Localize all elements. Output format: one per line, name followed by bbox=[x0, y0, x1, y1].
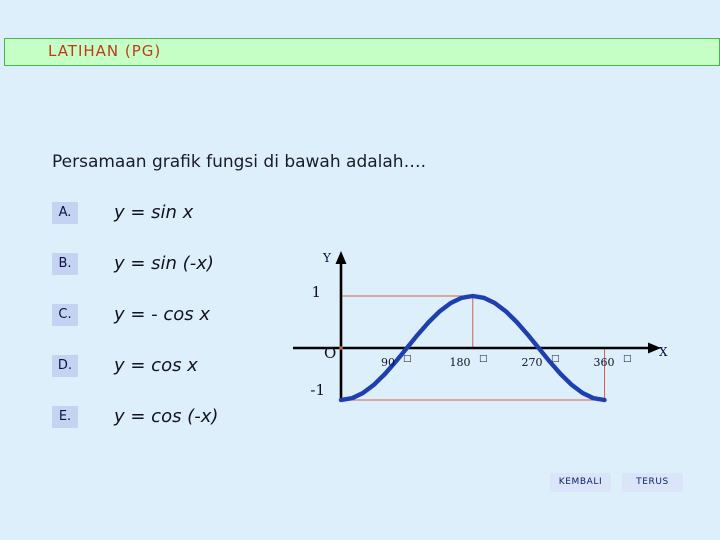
y-tick-label-minus1: -1 bbox=[310, 381, 325, 399]
y-axis-arrowhead bbox=[335, 251, 347, 264]
y-axis-label: Y bbox=[322, 251, 332, 265]
x-tick-270-text: 270 bbox=[522, 356, 543, 369]
y-tick-label-1: 1 bbox=[311, 283, 321, 301]
page-title: LATIHAN (PG) bbox=[48, 42, 162, 60]
x-tick-270-degree-icon: □ bbox=[551, 354, 560, 364]
option-formula-d: y = cos x bbox=[114, 355, 198, 376]
x-tick-90-degree-icon: □ bbox=[403, 354, 412, 364]
trig-graph-figure: Y X O 1 -1 90 □ 180 □ 270 □ 360 □ bbox=[288, 244, 688, 414]
option-formula-c: y = - cos x bbox=[114, 304, 211, 325]
option-letter-e: E. bbox=[52, 406, 78, 428]
trig-graph-svg: Y X O 1 -1 90 □ 180 □ 270 □ 360 □ bbox=[293, 251, 668, 403]
next-button[interactable]: TERUS bbox=[622, 473, 683, 492]
option-formula-a: y = sin x bbox=[114, 202, 194, 223]
x-tick-360-text: 360 bbox=[594, 356, 615, 369]
question-text: Persamaan grafik fungsi di bawah adalah…… bbox=[52, 152, 426, 172]
x-tick-label-180: 180 □ bbox=[450, 354, 488, 369]
x-tick-90-text: 90 bbox=[381, 356, 395, 369]
x-tick-label-360: 360 □ bbox=[594, 354, 632, 369]
x-tick-360-degree-icon: □ bbox=[623, 354, 632, 364]
origin-marker bbox=[339, 346, 343, 350]
option-letter-d: D. bbox=[52, 355, 78, 377]
option-letter-a: A. bbox=[52, 202, 78, 224]
x-tick-180-degree-icon: □ bbox=[479, 354, 488, 364]
option-letter-b: B. bbox=[52, 253, 78, 275]
back-button[interactable]: KEMBALI bbox=[550, 473, 611, 492]
x-tick-180-text: 180 bbox=[450, 356, 471, 369]
option-formula-b: y = sin (-x) bbox=[114, 253, 214, 274]
option-formula-e: y = cos (-x) bbox=[114, 406, 219, 427]
option-letter-c: C. bbox=[52, 304, 78, 326]
origin-label: O bbox=[324, 344, 336, 362]
x-axis-label: X bbox=[659, 345, 668, 359]
